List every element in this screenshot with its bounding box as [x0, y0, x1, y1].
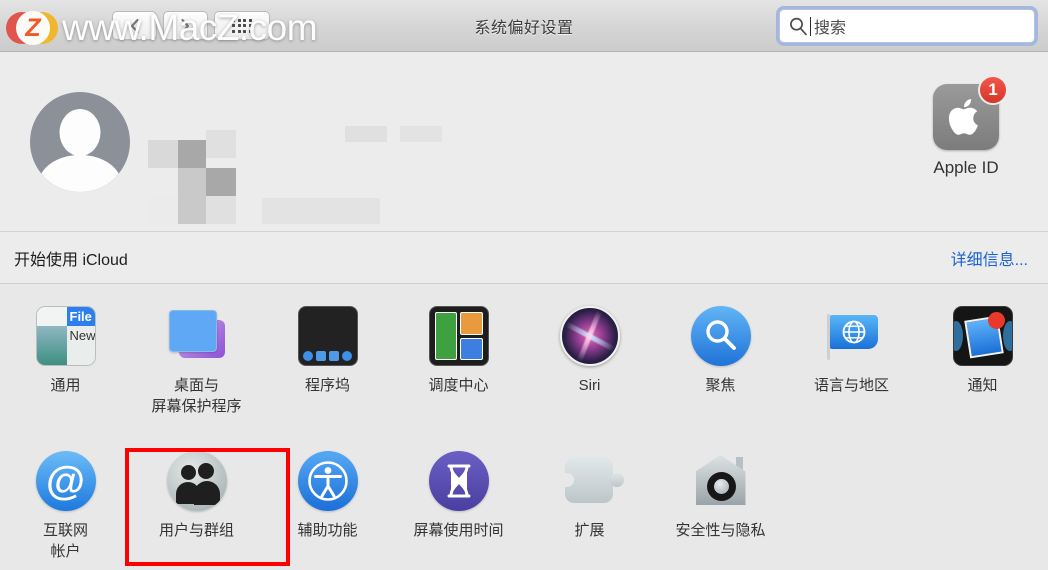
- apple-id-pane[interactable]: 1 Apple ID: [912, 75, 1020, 178]
- pane-extensions[interactable]: 扩展: [524, 447, 655, 570]
- search-placeholder: 搜索: [814, 20, 847, 37]
- redacted-name-block: [178, 168, 206, 196]
- redacted-detail-block: [345, 126, 387, 142]
- forward-button[interactable]: [163, 11, 208, 40]
- redacted-email-block: [262, 198, 380, 224]
- mission-control-icon: [428, 306, 489, 366]
- pane-notifications[interactable]: 通知: [917, 302, 1048, 447]
- extensions-icon: [559, 451, 624, 511]
- redacted-name-block: [206, 196, 236, 224]
- status-badge: 1: [978, 75, 1008, 105]
- redacted-name-block: [206, 168, 236, 196]
- pane-screen-time[interactable]: 屏幕使用时间: [393, 447, 524, 570]
- pane-label: Siri: [578, 377, 601, 394]
- pane-label: 语言与地区: [813, 377, 889, 394]
- pane-label: 安全性与隐私: [675, 522, 766, 539]
- preference-pane-grid: File New 通用 桌面与 屏幕保护程序 程序坞 调度中心 Siri 聚焦 …: [0, 284, 1048, 570]
- internet-accounts-icon: @: [35, 451, 96, 511]
- screen-time-icon: [428, 451, 489, 511]
- pane-label: 程序坞: [304, 377, 350, 394]
- pane-mission-control[interactable]: 调度中心: [393, 302, 524, 447]
- pane-label: 用户与群组: [158, 522, 234, 539]
- grid-icon: [232, 18, 252, 33]
- system-preferences-window: 系统偏好设置 搜索 1 Apple ID 开始使用 iCloud 详细信息...…: [0, 0, 1048, 570]
- search-input[interactable]: 搜索: [779, 9, 1035, 43]
- pane-desktop-screensaver[interactable]: 桌面与 屏幕保护程序: [131, 302, 262, 447]
- siri-icon: [559, 306, 620, 366]
- icloud-banner: 开始使用 iCloud 详细信息...: [0, 232, 1048, 284]
- account-section: 1 Apple ID: [0, 52, 1048, 232]
- pane-label: 桌面与 屏幕保护程序: [151, 377, 242, 415]
- pane-security-privacy[interactable]: 安全性与隐私: [655, 447, 786, 570]
- pane-label: 互联网 帐户: [42, 522, 88, 560]
- show-all-button[interactable]: [214, 11, 270, 40]
- pane-label: 扩展: [574, 522, 605, 539]
- pane-label: 通用: [50, 377, 81, 394]
- general-icon: File New: [35, 306, 96, 366]
- pane-general[interactable]: File New 通用: [0, 302, 131, 447]
- window-titlebar: 系统偏好设置 搜索: [0, 0, 1048, 52]
- redacted-detail-block: [400, 126, 442, 142]
- chevron-left-icon: [129, 18, 140, 34]
- users-groups-icon: [166, 451, 227, 511]
- language-region-icon: [822, 306, 882, 366]
- icloud-details-link[interactable]: 详细信息...: [951, 246, 1028, 270]
- accessibility-icon: [297, 451, 358, 511]
- apple-logo-icon: 1: [933, 75, 1008, 150]
- desktop-screensaver-icon: [167, 306, 227, 366]
- pane-siri[interactable]: Siri: [524, 302, 655, 447]
- spotlight-icon: [690, 306, 751, 366]
- pane-label: 调度中心: [428, 377, 489, 394]
- chevron-right-icon: [180, 18, 191, 34]
- pane-internet-accounts[interactable]: @ 互联网 帐户: [0, 447, 131, 570]
- user-avatar-icon[interactable]: [30, 91, 130, 192]
- pane-language-region[interactable]: 语言与地区: [786, 302, 917, 447]
- pane-label: 辅助功能: [297, 522, 358, 539]
- pane-users-groups[interactable]: 用户与群组: [131, 447, 262, 570]
- back-button[interactable]: [112, 11, 157, 40]
- redacted-name-block: [148, 196, 178, 224]
- apple-id-label: Apple ID: [933, 158, 999, 177]
- text-caret: [810, 16, 811, 36]
- pane-label: 聚焦: [705, 377, 736, 394]
- search-icon: [788, 16, 808, 36]
- toolbar-nav-group: [112, 11, 270, 40]
- redacted-name-block: [178, 140, 206, 168]
- pane-accessibility[interactable]: 辅助功能: [262, 447, 393, 570]
- dock-icon: [297, 306, 358, 366]
- pane-label: 屏幕使用时间: [413, 522, 504, 539]
- redacted-name-block: [178, 196, 206, 224]
- pane-spotlight[interactable]: 聚焦: [655, 302, 786, 447]
- notifications-icon: [952, 306, 1013, 366]
- icloud-banner-title: 开始使用 iCloud: [14, 251, 128, 269]
- search-field-container[interactable]: 搜索: [776, 6, 1038, 46]
- security-privacy-icon: [691, 451, 751, 511]
- pane-label: 通知: [967, 377, 998, 394]
- pane-dock[interactable]: 程序坞: [262, 302, 393, 447]
- redacted-name-block: [206, 130, 236, 158]
